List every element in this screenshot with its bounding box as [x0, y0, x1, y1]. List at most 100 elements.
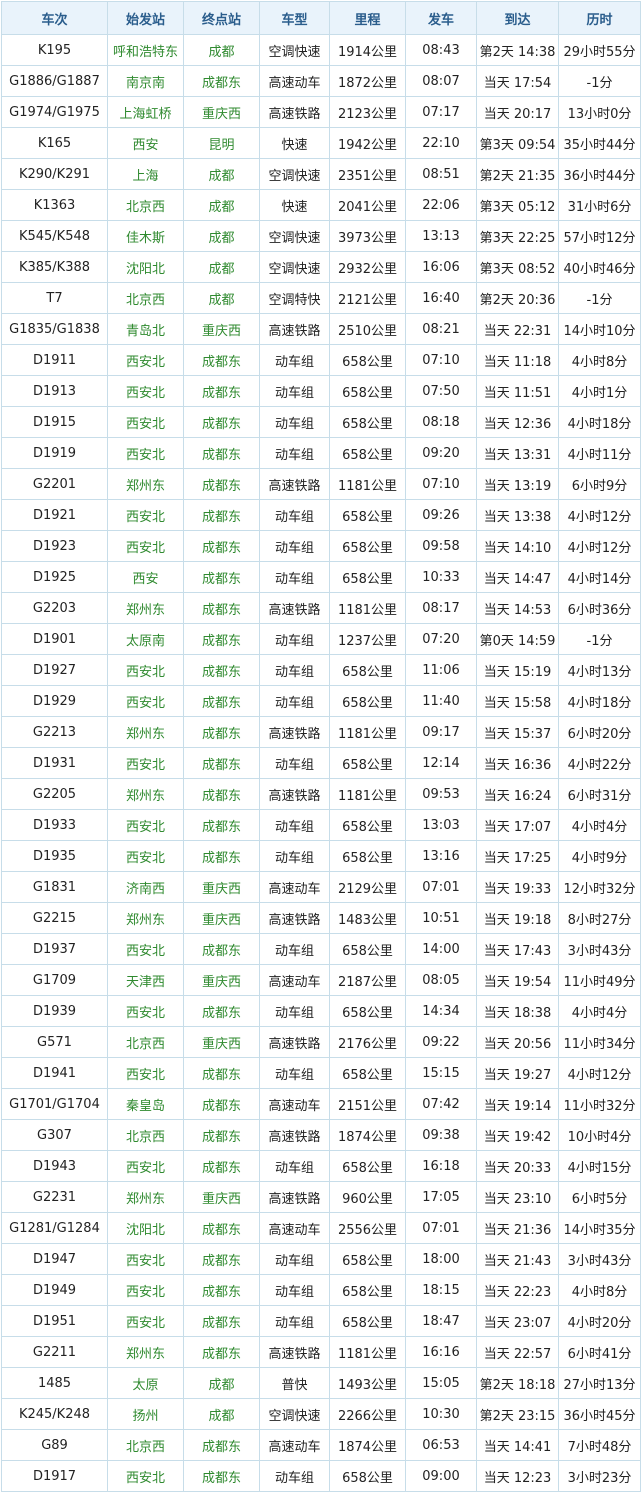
terminal-station-link[interactable]: 成都东: [183, 437, 260, 469]
terminal-station-link[interactable]: 成都: [183, 251, 260, 283]
train-number-cell[interactable]: D1923: [1, 530, 108, 562]
train-number-cell[interactable]: G1709: [1, 964, 108, 996]
terminal-station-link[interactable]: 成都: [183, 282, 260, 314]
origin-station-link[interactable]: 西安北: [107, 530, 184, 562]
origin-station-link[interactable]: 上海: [107, 158, 184, 190]
terminal-station-link[interactable]: 成都东: [183, 1088, 260, 1120]
train-number-cell[interactable]: D1919: [1, 437, 108, 469]
terminal-station-link[interactable]: 成都东: [183, 716, 260, 748]
train-number-cell[interactable]: G2203: [1, 592, 108, 624]
origin-station-link[interactable]: 西安北: [107, 995, 184, 1027]
origin-station-link[interactable]: 西安北: [107, 499, 184, 531]
train-number-cell[interactable]: G1886/G1887: [1, 65, 108, 97]
train-number-cell[interactable]: D1941: [1, 1057, 108, 1089]
train-number-cell[interactable]: D1939: [1, 995, 108, 1027]
terminal-station-link[interactable]: 成都东: [183, 747, 260, 779]
train-number-cell[interactable]: G2215: [1, 902, 108, 934]
terminal-station-link[interactable]: 成都东: [183, 809, 260, 841]
terminal-station-link[interactable]: 成都东: [183, 344, 260, 376]
train-number-cell[interactable]: D1917: [1, 1460, 108, 1492]
terminal-station-link[interactable]: 成都东: [183, 499, 260, 531]
terminal-station-link[interactable]: 成都东: [183, 623, 260, 655]
train-number-cell[interactable]: D1915: [1, 406, 108, 438]
terminal-station-link[interactable]: 成都东: [183, 995, 260, 1027]
train-number-cell[interactable]: D1951: [1, 1305, 108, 1337]
origin-station-link[interactable]: 呼和浩特东: [107, 34, 184, 66]
origin-station-link[interactable]: 南京南: [107, 65, 184, 97]
origin-station-link[interactable]: 西安北: [107, 1057, 184, 1089]
terminal-station-link[interactable]: 成都东: [183, 561, 260, 593]
origin-station-link[interactable]: 郑州东: [107, 468, 184, 500]
train-number-cell[interactable]: D1949: [1, 1274, 108, 1306]
terminal-station-link[interactable]: 成都东: [183, 1460, 260, 1492]
origin-station-link[interactable]: 太原: [107, 1367, 184, 1399]
origin-station-link[interactable]: 西安北: [107, 685, 184, 717]
header-duration[interactable]: 历时: [558, 1, 641, 35]
train-number-cell[interactable]: D1911: [1, 344, 108, 376]
terminal-station-link[interactable]: 昆明: [183, 127, 260, 159]
origin-station-link[interactable]: 扬州: [107, 1398, 184, 1430]
train-number-cell[interactable]: G2213: [1, 716, 108, 748]
train-number-cell[interactable]: G89: [1, 1429, 108, 1461]
origin-station-link[interactable]: 西安北: [107, 375, 184, 407]
terminal-station-link[interactable]: 成都东: [183, 1150, 260, 1182]
origin-station-link[interactable]: 郑州东: [107, 902, 184, 934]
train-number-cell[interactable]: D1929: [1, 685, 108, 717]
train-number-cell[interactable]: G1835/G1838: [1, 313, 108, 345]
terminal-station-link[interactable]: 重庆西: [183, 1181, 260, 1213]
train-number-cell[interactable]: G2231: [1, 1181, 108, 1213]
terminal-station-link[interactable]: 重庆西: [183, 871, 260, 903]
terminal-station-link[interactable]: 成都东: [183, 1212, 260, 1244]
origin-station-link[interactable]: 西安: [107, 127, 184, 159]
train-number-cell[interactable]: D1927: [1, 654, 108, 686]
terminal-station-link[interactable]: 成都东: [183, 685, 260, 717]
origin-station-link[interactable]: 西安北: [107, 1274, 184, 1306]
origin-station-link[interactable]: 济南西: [107, 871, 184, 903]
train-number-cell[interactable]: G2211: [1, 1336, 108, 1368]
train-number-cell[interactable]: D1925: [1, 561, 108, 593]
terminal-station-link[interactable]: 重庆西: [183, 1026, 260, 1058]
origin-station-link[interactable]: 郑州东: [107, 778, 184, 810]
train-number-cell[interactable]: D1931: [1, 747, 108, 779]
terminal-station-link[interactable]: 成都东: [183, 933, 260, 965]
origin-station-link[interactable]: 西安北: [107, 437, 184, 469]
train-number-cell[interactable]: K245/K248: [1, 1398, 108, 1430]
train-number-cell[interactable]: D1933: [1, 809, 108, 841]
terminal-station-link[interactable]: 成都东: [183, 1119, 260, 1151]
train-number-cell[interactable]: G1701/G1704: [1, 1088, 108, 1120]
origin-station-link[interactable]: 西安北: [107, 344, 184, 376]
train-number-cell[interactable]: G571: [1, 1026, 108, 1058]
terminal-station-link[interactable]: 成都: [183, 220, 260, 252]
terminal-station-link[interactable]: 成都东: [183, 65, 260, 97]
origin-station-link[interactable]: 北京西: [107, 282, 184, 314]
terminal-station-link[interactable]: 成都东: [183, 406, 260, 438]
origin-station-link[interactable]: 西安北: [107, 809, 184, 841]
header-origin-station[interactable]: 始发站: [107, 1, 184, 35]
train-number-cell[interactable]: D1935: [1, 840, 108, 872]
terminal-station-link[interactable]: 成都东: [183, 1274, 260, 1306]
origin-station-link[interactable]: 上海虹桥: [107, 96, 184, 128]
origin-station-link[interactable]: 北京西: [107, 189, 184, 221]
terminal-station-link[interactable]: 成都: [183, 1398, 260, 1430]
terminal-station-link[interactable]: 成都东: [183, 1336, 260, 1368]
terminal-station-link[interactable]: 成都东: [183, 778, 260, 810]
train-number-cell[interactable]: G2205: [1, 778, 108, 810]
origin-station-link[interactable]: 西安北: [107, 406, 184, 438]
terminal-station-link[interactable]: 成都东: [183, 1057, 260, 1089]
terminal-station-link[interactable]: 成都: [183, 158, 260, 190]
train-number-cell[interactable]: K1363: [1, 189, 108, 221]
train-number-cell[interactable]: D1947: [1, 1243, 108, 1275]
origin-station-link[interactable]: 郑州东: [107, 1181, 184, 1213]
terminal-station-link[interactable]: 重庆西: [183, 964, 260, 996]
train-number-cell[interactable]: G2201: [1, 468, 108, 500]
train-number-cell[interactable]: G307: [1, 1119, 108, 1151]
header-arrival[interactable]: 到达: [476, 1, 559, 35]
origin-station-link[interactable]: 西安北: [107, 1243, 184, 1275]
origin-station-link[interactable]: 青岛北: [107, 313, 184, 345]
terminal-station-link[interactable]: 成都东: [183, 468, 260, 500]
origin-station-link[interactable]: 秦皇岛: [107, 1088, 184, 1120]
train-number-cell[interactable]: K385/K388: [1, 251, 108, 283]
header-departure[interactable]: 发车: [405, 1, 477, 35]
header-terminal-station[interactable]: 终点站: [183, 1, 260, 35]
header-distance[interactable]: 里程: [329, 1, 406, 35]
